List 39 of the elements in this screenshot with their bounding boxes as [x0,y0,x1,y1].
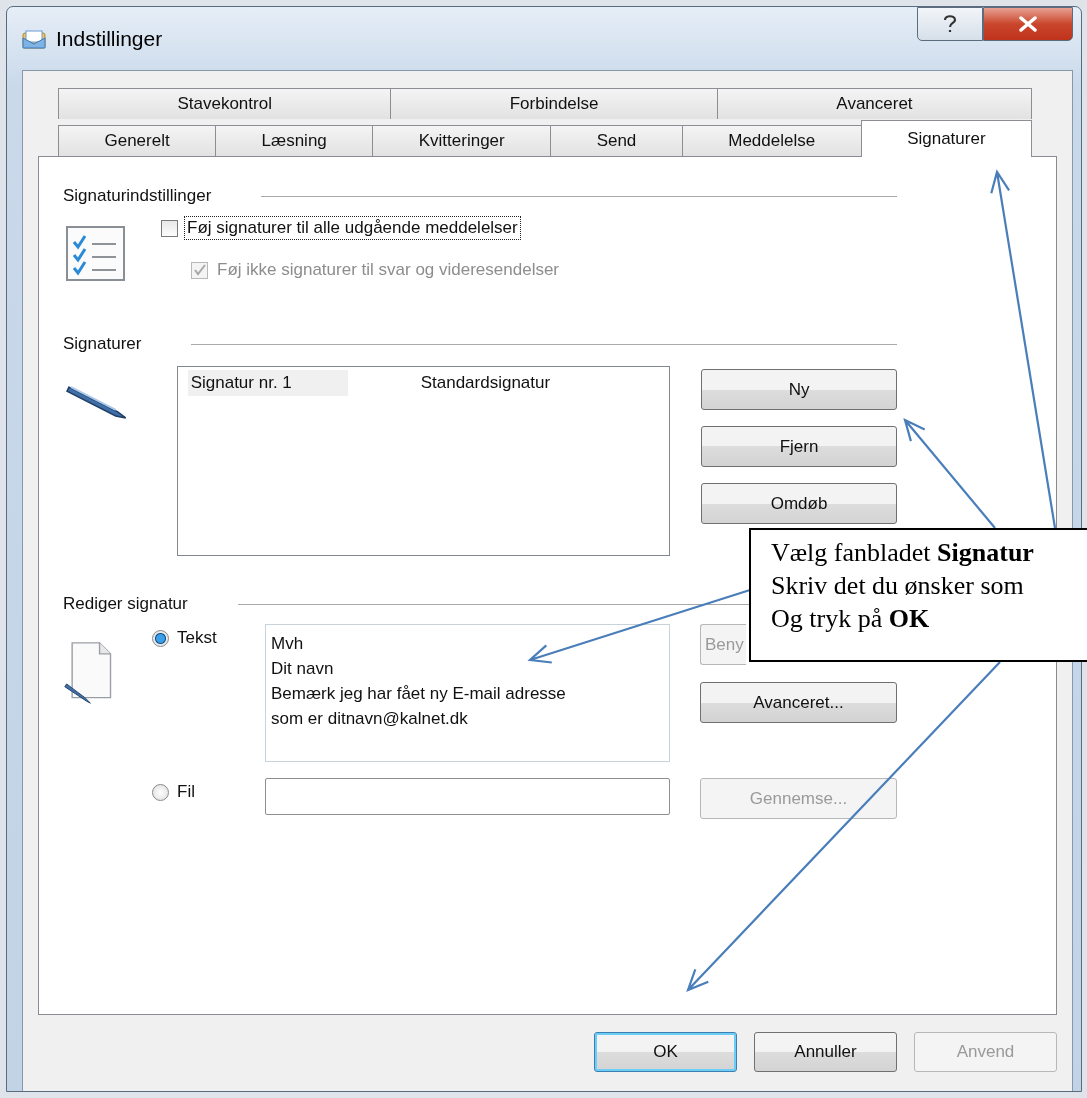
dialog-button[interactable]: Ny [701,369,897,410]
dialog-button[interactable]: Annuller [754,1032,897,1072]
dialog-button[interactable]: Fjern [701,426,897,467]
tab[interactable]: Meddelelse [681,125,862,156]
callout-text: Og tryk på OK [771,604,930,633]
tab[interactable]: Læsning [215,125,374,156]
window-title: Indstillinger [56,26,163,51]
tab[interactable]: Forbindelse [390,88,718,119]
signature-text-field[interactable]: Mvh Dit navn Bemærk jeg har fået ny E-mail adresse som er ditnavn@kalnet.dk [265,624,670,762]
checkbox-label[interactable]: Føj signaturer til alle udgående meddelelser [184,216,521,240]
file-input-field[interactable] [265,778,670,815]
dialog-button[interactable]: Avanceret... [700,682,897,723]
envelope-folder-icon [22,28,46,49]
tab[interactable]: Stavekontrol [58,88,392,119]
tab[interactable]: Kvitteringer [372,125,552,156]
section-heading: Signaturer [63,334,142,354]
section-heading: Signaturindstillinger [63,186,212,206]
tab[interactable]: Generelt [58,125,217,156]
radio-label[interactable]: Fil [177,782,195,802]
radio-label[interactable]: Tekst [177,628,217,648]
dialog-button[interactable]: Omdøb [701,483,897,524]
help-button[interactable] [917,7,983,41]
callout-text: Vælg fanbladet Signatur [771,538,1034,567]
help-icon [943,14,957,34]
checklist-icon [66,226,126,282]
tab[interactable]: Signaturer [860,120,1033,157]
close-button[interactable] [983,7,1073,41]
dialog-button[interactable]: OK [594,1032,737,1072]
tab[interactable]: Send [550,125,683,156]
radio-button[interactable] [152,783,169,801]
section-heading: Rediger signatur [63,594,188,614]
checkbox[interactable] [161,219,178,237]
tab[interactable]: Avanceret [716,88,1032,119]
list-item-type: Standardsignatur [419,372,552,394]
close-icon [1019,16,1037,32]
callout-text: Skriv det du ønsker som [771,571,1024,600]
radio-button[interactable] [152,629,169,647]
list-item[interactable]: Signatur nr. 1 [187,370,348,396]
signature-list[interactable]: Signatur nr. 1 Standardsignatur [176,366,671,556]
